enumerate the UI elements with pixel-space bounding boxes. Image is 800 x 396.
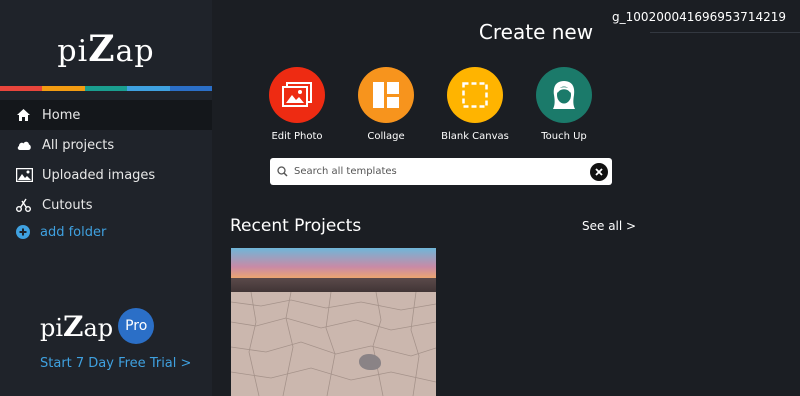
see-all-link[interactable]: See all > bbox=[582, 219, 636, 233]
home-icon bbox=[16, 106, 38, 124]
touch-up-button[interactable]: Touch Up bbox=[519, 67, 609, 142]
pro-badge: Pro bbox=[118, 308, 155, 344]
sidebar-item-label: Home bbox=[42, 107, 81, 123]
search-input[interactable] bbox=[294, 166, 590, 177]
create-new-title: Create new bbox=[478, 20, 594, 44]
brand-color-bar bbox=[0, 86, 213, 91]
sidebar-nav: Home All projects Uploaded images Cutout… bbox=[0, 100, 212, 244]
recent-projects-title: Recent Projects bbox=[230, 216, 362, 236]
sidebar-item-all-projects[interactable]: All projects bbox=[0, 130, 212, 160]
pizap-pro-logo: piZap Pro bbox=[40, 308, 155, 344]
sidebar-item-label: Cutouts bbox=[42, 197, 93, 213]
create-tools: Edit Photo Collage Blank Canvas Touch Up bbox=[252, 67, 652, 147]
tool-label: Edit Photo bbox=[271, 131, 323, 142]
scissors-icon bbox=[16, 196, 38, 214]
edit-photo-button[interactable]: Edit Photo bbox=[252, 67, 342, 142]
search-icon bbox=[270, 166, 294, 177]
template-search bbox=[270, 158, 612, 185]
cloud-icon bbox=[16, 136, 38, 154]
sidebar-item-label: All projects bbox=[42, 137, 115, 153]
blank-canvas-icon bbox=[447, 67, 503, 123]
sidebar: piZap Home All projects Uploaded images bbox=[0, 0, 213, 396]
sidebar-item-label: Uploaded images bbox=[42, 167, 156, 183]
plus-circle-icon bbox=[16, 223, 34, 241]
clear-search-button[interactable] bbox=[590, 162, 608, 181]
sidebar-item-home[interactable]: Home bbox=[0, 100, 212, 130]
add-folder-button[interactable]: add folder bbox=[0, 220, 212, 244]
collage-button[interactable]: Collage bbox=[341, 67, 431, 142]
image-icon bbox=[16, 166, 38, 184]
tool-label: Collage bbox=[367, 131, 405, 142]
tool-label: Blank Canvas bbox=[441, 131, 509, 142]
add-folder-label: add folder bbox=[40, 224, 107, 240]
recent-project-thumbnail[interactable] bbox=[231, 248, 436, 396]
face-icon bbox=[536, 67, 592, 123]
tool-label: Touch Up bbox=[541, 131, 587, 142]
free-trial-link[interactable]: Start 7 Day Free Trial > bbox=[40, 356, 191, 371]
sidebar-item-uploaded-images[interactable]: Uploaded images bbox=[0, 160, 212, 190]
sidebar-item-cutouts[interactable]: Cutouts bbox=[0, 190, 212, 220]
photo-icon bbox=[269, 67, 325, 123]
pizap-logo[interactable]: piZap bbox=[0, 28, 212, 70]
close-icon bbox=[595, 167, 603, 176]
blank-canvas-button[interactable]: Blank Canvas bbox=[430, 67, 520, 142]
collage-icon bbox=[358, 67, 414, 123]
main-content: g_100200041696953714219 Create new Edit … bbox=[212, 0, 800, 396]
